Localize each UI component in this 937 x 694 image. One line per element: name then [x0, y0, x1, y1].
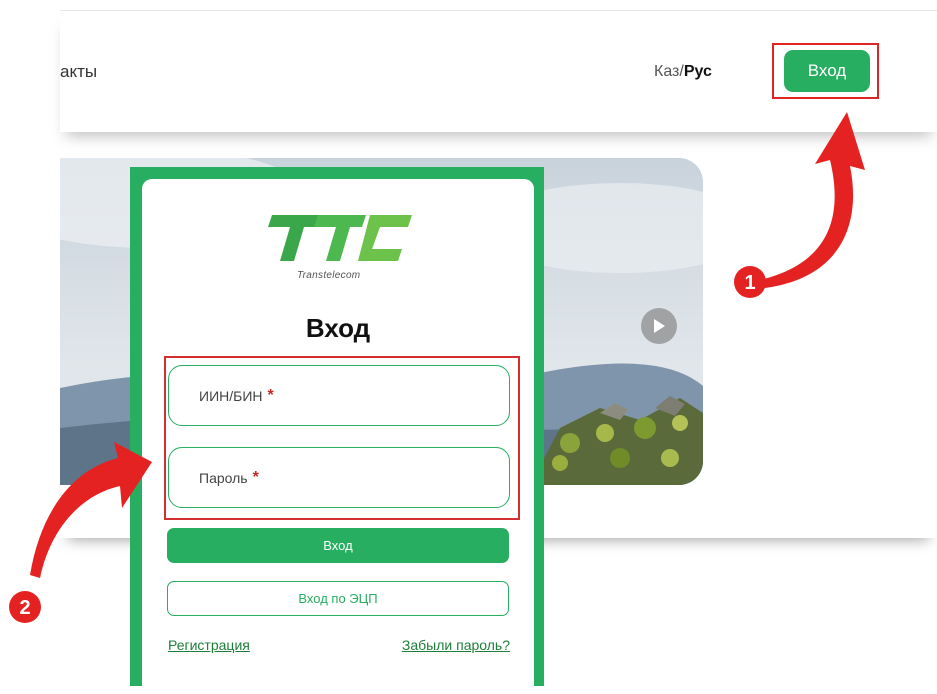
- modal-login-button[interactable]: Вход: [167, 528, 509, 563]
- highlight-box-login: [772, 43, 879, 99]
- step-1-badge: [734, 266, 766, 298]
- login-modal: Transtelecom Вход ИИН/БИН * Пароль * Вход …: [130, 167, 544, 694]
- step-2-badge: [9, 591, 41, 623]
- arrow-1: [760, 112, 865, 288]
- top-divider: [60, 10, 937, 11]
- highlight-box-fields: [164, 356, 520, 520]
- step-2-label: 2: [19, 597, 30, 619]
- ecp-login-button[interactable]: Вход по ЭЦП: [167, 581, 509, 616]
- logo-subtitle: Transtelecom: [297, 270, 361, 281]
- lang-rus[interactable]: Рус: [684, 63, 712, 80]
- login-card: Transtelecom Вход ИИН/БИН * Пароль * Вход …: [142, 179, 534, 694]
- language-switcher[interactable]: Каз/Рус: [654, 63, 712, 81]
- ttc-logo: [268, 215, 412, 261]
- forgot-password-link[interactable]: Забыли пароль?: [402, 637, 510, 653]
- step-1-label: 1: [744, 272, 755, 294]
- nav-contacts-link[interactable]: акты: [60, 62, 97, 82]
- modal-title: Вход: [305, 313, 371, 343]
- play-icon: [654, 319, 665, 333]
- register-link[interactable]: Регистрация: [168, 637, 250, 653]
- lang-kaz[interactable]: Каз/: [654, 63, 684, 80]
- carousel-next-button[interactable]: [641, 308, 677, 344]
